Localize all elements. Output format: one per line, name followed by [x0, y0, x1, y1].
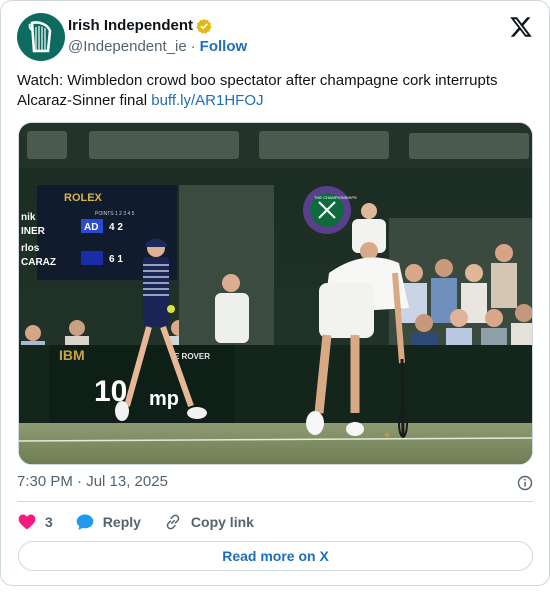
x-logo-icon[interactable] [509, 15, 533, 39]
author-name[interactable]: Irish Independent [68, 17, 193, 34]
tweet-text: Watch: Wimbledon crowd boo spectator aft… [17, 71, 532, 111]
heart-icon [18, 514, 36, 530]
timestamp[interactable]: 7:30 PM · Jul 13, 2025 [17, 473, 168, 490]
ibm-sign: IBM [59, 347, 85, 363]
player1-last: INER [21, 226, 46, 237]
reply-bubble-icon [76, 514, 94, 530]
reply-label: Reply [102, 514, 141, 530]
copy-link-label: Copy link [190, 514, 254, 530]
reply-button[interactable]: Reply [75, 512, 141, 532]
verified-badge-icon [196, 18, 212, 34]
author-name-row: Irish Independent [68, 17, 212, 34]
read-more-button[interactable]: Read more on X [18, 541, 533, 571]
badge-text: THE CHAMPIONSHIPS [314, 195, 357, 200]
info-icon[interactable] [517, 475, 533, 491]
copy-link-button[interactable]: Copy link [163, 512, 254, 532]
tweet-actions: 3 Reply Copy link [17, 509, 276, 535]
rover-sign: E ROVER [174, 352, 210, 361]
separator-dot: · [190, 38, 196, 55]
like-count: 3 [45, 514, 53, 530]
scoreboard-points-header: POINTS 1 2 3 4 5 [95, 211, 135, 217]
link-icon [166, 514, 180, 530]
wimbledon-photo-illustration: ROLEX POINTS 1 2 3 4 5 nik INER AD 4 2 r… [19, 123, 532, 464]
player1-first: nik [21, 212, 36, 223]
divider [17, 501, 533, 502]
tweet-header: Irish Independent @Independent_ie · Foll… [17, 13, 533, 61]
player1-games: 4 2 [109, 222, 123, 233]
like-button[interactable]: 3 [17, 512, 53, 532]
tweet-photo[interactable]: ROLEX POINTS 1 2 3 4 5 nik INER AD 4 2 r… [18, 122, 533, 465]
speed-unit: mp [149, 388, 179, 410]
author-handle-row: @Independent_ie · Follow [68, 38, 247, 55]
tweet-card: Irish Independent @Independent_ie · Foll… [0, 0, 550, 586]
avatar[interactable] [17, 13, 65, 61]
advantage-label: AD [84, 222, 98, 233]
follow-button[interactable]: Follow [200, 38, 248, 55]
harp-icon [28, 21, 52, 53]
author-handle[interactable]: @Independent_ie [68, 38, 187, 55]
tweet-meta: 7:30 PM · Jul 13, 2025 [17, 473, 533, 493]
tweet-link[interactable]: buff.ly/AR1HFOJ [151, 92, 263, 109]
player2-first: rlos [21, 243, 40, 254]
player2-last: CARAZ [21, 257, 56, 268]
player2-games: 6 1 [109, 254, 123, 265]
scoreboard-brand: ROLEX [64, 192, 103, 204]
